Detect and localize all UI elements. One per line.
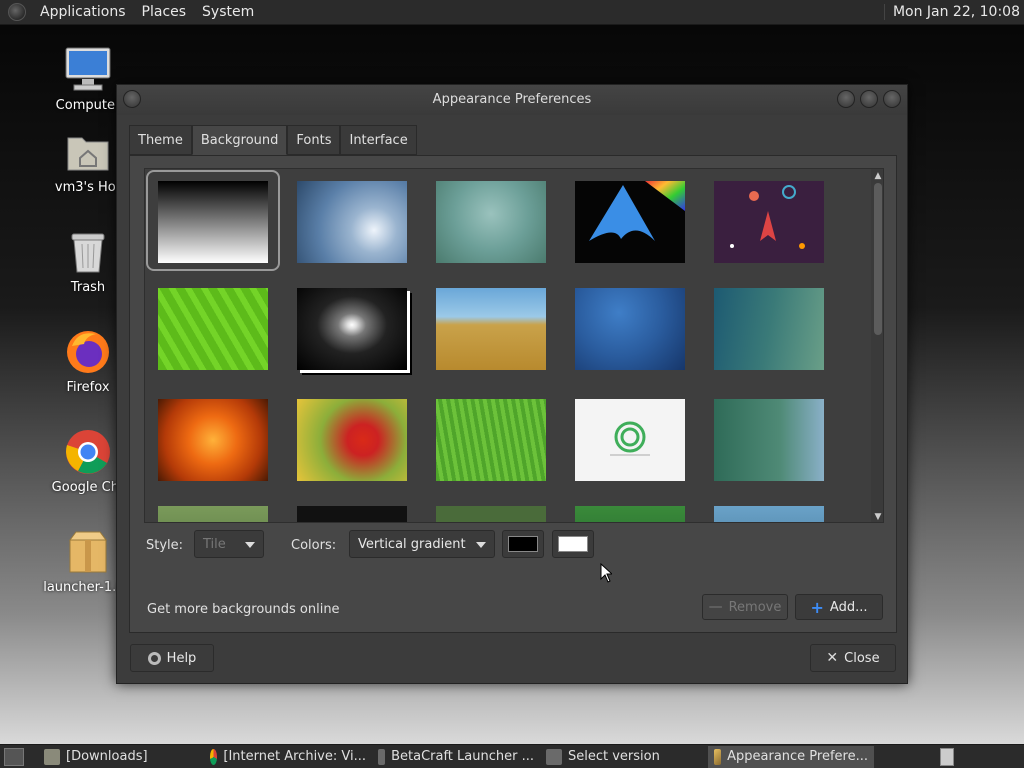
- background-tab-panel: ▲ ▼ Style: Tile Colors: Vertical gradien…: [129, 155, 897, 633]
- help-button-label: Help: [166, 650, 197, 666]
- chrome-icon: [64, 428, 112, 476]
- remove-button[interactable]: — Remove: [702, 594, 788, 620]
- tab-fonts[interactable]: Fonts: [287, 125, 341, 155]
- workspace-switcher[interactable]: [940, 748, 954, 766]
- task-label: Appearance Prefere...: [727, 749, 868, 764]
- secondary-color-swatch: [558, 536, 588, 552]
- window-close-button[interactable]: [883, 90, 901, 108]
- preferences-notebook: Theme Background Fonts Interface ▲ ▼ Sty…: [129, 125, 897, 633]
- primary-color-swatch: [508, 536, 538, 552]
- wallpaper-thumbnail[interactable]: [575, 181, 685, 263]
- mouse-cursor-icon: [600, 563, 612, 583]
- menu-applications[interactable]: Applications: [32, 4, 134, 20]
- appearance-icon: [714, 748, 722, 765]
- wallpaper-thumbnail[interactable]: [436, 399, 546, 481]
- gallery-scrollbar[interactable]: ▲ ▼: [871, 169, 883, 522]
- package-icon: [64, 528, 112, 576]
- tab-bar: Theme Background Fonts Interface: [129, 125, 897, 155]
- secondary-color-button[interactable]: [552, 530, 594, 558]
- show-desktop-icon[interactable]: [4, 747, 24, 766]
- help-button[interactable]: Help: [130, 644, 214, 672]
- plus-icon: +: [810, 597, 824, 617]
- distro-logo-icon[interactable]: [8, 3, 26, 21]
- wallpaper-thumbnail[interactable]: [714, 399, 824, 481]
- close-button[interactable]: ✕ Close: [810, 644, 896, 672]
- task-label: [Downloads]: [66, 749, 148, 764]
- help-lifebuoy-icon: [147, 651, 161, 665]
- wallpaper-thumbnail[interactable]: [436, 506, 546, 522]
- wallpaper-gallery: ▲ ▼: [144, 168, 884, 523]
- firefox-icon: [64, 328, 112, 376]
- tab-theme[interactable]: Theme: [129, 125, 192, 155]
- wallpaper-thumbnail[interactable]: [297, 181, 407, 263]
- top-panel: Applications Places System Mon Jan 22, 1…: [0, 0, 1024, 25]
- wallpaper-thumbnail[interactable]: [158, 288, 268, 370]
- chevron-down-icon: [476, 542, 486, 548]
- wallpaper-thumbnail[interactable]: [158, 181, 268, 263]
- colors-label: Colors:: [291, 538, 337, 553]
- menu-system[interactable]: System: [194, 4, 262, 20]
- chevron-down-icon: [245, 542, 255, 548]
- style-combo-value: Tile: [203, 537, 226, 552]
- wallpaper-thumbnail[interactable]: [575, 288, 685, 370]
- taskbar-item-select-version[interactable]: Select version: [540, 746, 708, 768]
- trash-icon: [64, 228, 112, 276]
- wallpaper-thumbnail[interactable]: [297, 506, 407, 522]
- appearance-preferences-window: Appearance Preferences Theme Background …: [116, 84, 908, 684]
- java-icon: [546, 748, 562, 765]
- add-button-label: Add...: [829, 599, 868, 615]
- folder-icon: [44, 748, 60, 765]
- wallpaper-thumbnail[interactable]: [436, 181, 546, 263]
- minus-icon: —: [708, 599, 723, 615]
- wallpaper-thumbnail[interactable]: [297, 288, 407, 370]
- scroll-up-arrow-icon[interactable]: ▲: [873, 171, 883, 181]
- wallpaper-thumbnail[interactable]: [436, 288, 546, 370]
- add-button[interactable]: + Add...: [795, 594, 883, 620]
- style-label: Style:: [146, 538, 184, 553]
- colors-combo-value: Vertical gradient: [358, 537, 466, 552]
- task-label: [Internet Archive: Vi...: [223, 749, 366, 764]
- wallpaper-thumbnail[interactable]: [714, 288, 824, 370]
- scrollbar-thumb[interactable]: [874, 183, 882, 335]
- chrome-icon: [210, 748, 218, 765]
- window-titlebar[interactable]: Appearance Preferences: [117, 85, 907, 115]
- taskbar: [Downloads] [Internet Archive: Vi... Bet…: [0, 744, 1024, 768]
- menu-places[interactable]: Places: [134, 4, 195, 20]
- remove-button-label: Remove: [728, 599, 782, 615]
- maximize-button[interactable]: [860, 90, 878, 108]
- taskbar-item-internet-archive[interactable]: [Internet Archive: Vi...: [204, 746, 372, 768]
- wallpaper-thumbnail[interactable]: [158, 399, 268, 481]
- style-combo[interactable]: Tile: [194, 530, 264, 558]
- home-folder-icon: [64, 128, 112, 176]
- taskbar-item-downloads[interactable]: [Downloads]: [38, 746, 204, 768]
- taskbar-item-appearance[interactable]: Appearance Prefere...: [708, 745, 874, 768]
- scroll-down-arrow-icon[interactable]: ▼: [873, 512, 883, 522]
- clock[interactable]: Mon Jan 22, 10:08: [883, 4, 1020, 20]
- wallpaper-thumbnail[interactable]: [575, 506, 685, 522]
- wallpaper-thumbnail[interactable]: [714, 506, 824, 522]
- window-title: Appearance Preferences: [432, 92, 592, 107]
- computer-icon: [64, 46, 112, 94]
- tab-interface[interactable]: Interface: [340, 125, 417, 155]
- wallpaper-thumbnail[interactable]: [297, 399, 407, 481]
- close-icon: ✕: [826, 650, 839, 666]
- taskbar-item-betacraft[interactable]: BetaCraft Launcher ...: [372, 746, 540, 768]
- primary-color-button[interactable]: [502, 530, 544, 558]
- colors-combo[interactable]: Vertical gradient: [349, 530, 495, 558]
- task-label: BetaCraft Launcher ...: [391, 749, 534, 764]
- more-backgrounds-link[interactable]: Get more backgrounds online: [147, 602, 340, 617]
- minimize-button[interactable]: [837, 90, 855, 108]
- wallpaper-thumbnail[interactable]: [575, 399, 685, 481]
- tab-background[interactable]: Background: [191, 125, 288, 155]
- wallpaper-thumbnail[interactable]: [158, 506, 268, 522]
- close-button-label: Close: [844, 650, 880, 666]
- task-label: Select version: [568, 749, 660, 764]
- wallpaper-thumbnail[interactable]: [714, 181, 824, 263]
- java-icon: [378, 748, 386, 765]
